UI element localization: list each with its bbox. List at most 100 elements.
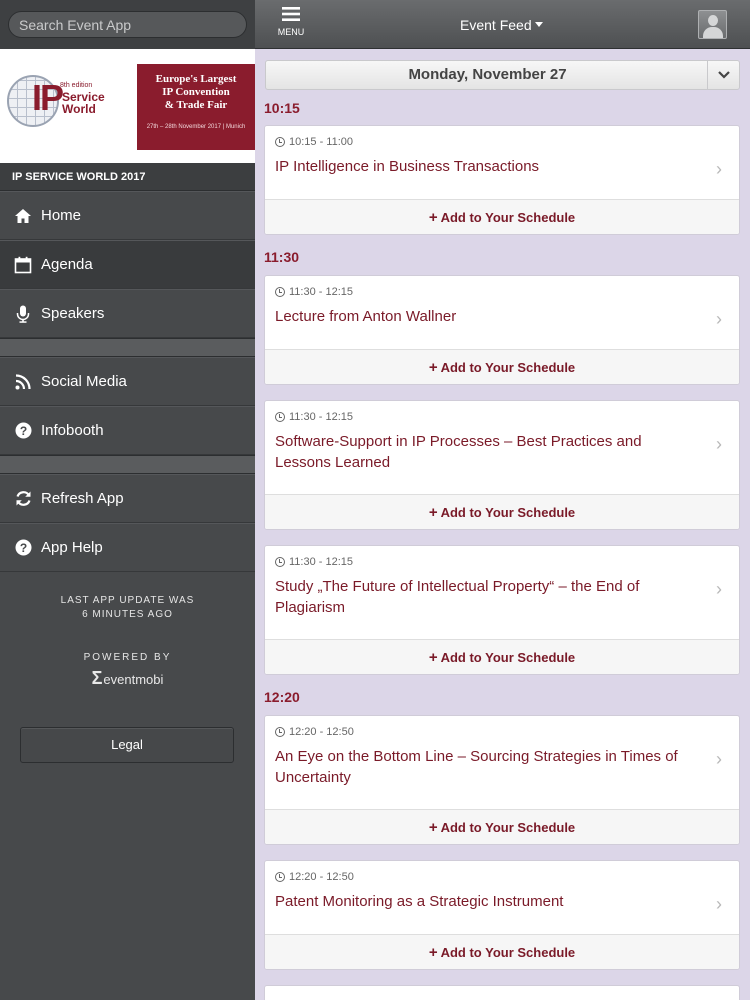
user-icon-body	[703, 27, 723, 38]
chevron-right-icon: ›	[716, 309, 722, 329]
question-circle-icon: ?	[14, 539, 32, 557]
clock-icon	[275, 872, 285, 882]
add-to-schedule-label: Add to Your Schedule	[440, 945, 576, 960]
plus-icon: +	[428, 819, 438, 836]
session-link[interactable]: 11:30 - 12:15 Software-Support in IP Pro…	[265, 401, 739, 494]
add-to-schedule-button[interactable]: + Add to Your Schedule	[265, 934, 739, 969]
sidebar-item-label: Speakers	[41, 305, 105, 322]
sidebar-item-home[interactable]: Home	[0, 191, 255, 240]
rss-icon	[14, 373, 32, 391]
sidebar-item-speakers[interactable]: Speakers	[0, 289, 255, 338]
sidebar-item-label: Home	[41, 207, 82, 224]
banner-tagline-panel: Europe's Largest IP Convention & Trade F…	[137, 64, 255, 150]
time-header: 11:30	[264, 249, 300, 265]
clock-icon	[275, 137, 285, 147]
add-to-schedule-button[interactable]: + Add to Your Schedule	[265, 494, 739, 529]
chevron-down-icon	[717, 71, 730, 79]
sidebar-item-agenda[interactable]: Agenda	[0, 240, 255, 289]
session-card: 11:30 - 12:15 Lecture from Anton Wallner…	[264, 275, 740, 385]
sidebar-divider	[0, 455, 255, 474]
sidebar: IP 8th edition Service World Europe's La…	[0, 0, 255, 1000]
legal-button[interactable]: Legal	[20, 727, 234, 763]
add-to-schedule-button[interactable]: + Add to Your Schedule	[265, 639, 739, 674]
date-toggle-button[interactable]	[707, 61, 739, 89]
plus-icon: +	[428, 504, 438, 521]
session-time: 12:20 - 12:50	[275, 726, 699, 738]
session-time-range: 10:15 - 11:00	[289, 136, 354, 148]
session-card: 11:30 - 12:15 Software-Support in IP Pro…	[264, 400, 740, 530]
session-card: 10:15 - 11:00 IP Intelligence in Busines…	[264, 125, 740, 235]
date-selector[interactable]: Monday, November 27	[265, 60, 740, 90]
search-bar	[0, 0, 255, 49]
svg-text:?: ?	[19, 424, 26, 438]
clock-icon	[275, 557, 285, 567]
session-title: Patent Monitoring as a Strategic Instrum…	[275, 893, 564, 910]
session-link[interactable]: 11:30 - 12:15 Study „The Future of Intel…	[265, 546, 739, 639]
sidebar-item-label: Infobooth	[41, 422, 104, 439]
sidebar-item-refresh-app[interactable]: Refresh App	[0, 474, 255, 523]
time-header: 12:20	[264, 689, 300, 705]
logo-edition-text: 8th edition	[60, 82, 93, 89]
question-circle-icon: ?	[14, 422, 32, 440]
sidebar-item-label: Social Media	[41, 373, 127, 390]
add-to-schedule-label: Add to Your Schedule	[440, 650, 576, 665]
add-to-schedule-button[interactable]: + Add to Your Schedule	[265, 199, 739, 234]
banner-dates: 27th – 28th November 2017 | Munich	[146, 124, 246, 130]
menu-label: MENU	[277, 27, 305, 37]
sidebar-item-label: App Help	[41, 539, 103, 556]
session-title: Lecture from Anton Wallner	[275, 308, 457, 325]
avatar[interactable]	[698, 10, 727, 39]
chevron-right-icon: ›	[716, 749, 722, 769]
sidebar-divider	[0, 338, 255, 357]
session-link[interactable]: 12:20 - 12:50 An Eye on the Bottom Line …	[265, 716, 739, 809]
add-to-schedule-button[interactable]: + Add to Your Schedule	[265, 349, 739, 384]
session-time: 10:15 - 11:00	[275, 136, 699, 148]
session-time-range: 12:20 - 12:50	[289, 871, 354, 883]
chevron-right-icon: ›	[716, 894, 722, 914]
add-to-schedule-label: Add to Your Schedule	[440, 820, 576, 835]
chevron-right-icon: ›	[716, 434, 722, 454]
top-bar: MENU Event Feed	[255, 0, 750, 49]
session-title: Study „The Future of Intellectual Proper…	[275, 578, 640, 616]
session-time: 11:30 - 12:15	[275, 556, 699, 568]
banner-tagline: Europe's Largest IP Convention & Trade F…	[155, 73, 237, 111]
session-time-range: 11:30 - 12:15	[289, 411, 354, 423]
session-card: 12:20 - 12:50 Patent Monitoring as a Str…	[264, 860, 740, 970]
add-to-schedule-label: Add to Your Schedule	[440, 505, 576, 520]
hamburger-menu-icon	[282, 7, 300, 21]
session-link[interactable]: 10:15 - 11:00 IP Intelligence in Busines…	[265, 126, 739, 199]
session-link[interactable]: 11:30 - 12:15 Lecture from Anton Wallner…	[265, 276, 739, 349]
session-title: An Eye on the Bottom Line – Sourcing Str…	[275, 748, 678, 786]
plus-icon: +	[428, 649, 438, 666]
sidebar-item-infobooth[interactable]: ? Infobooth	[0, 406, 255, 455]
eventmobi-logo-text: eventmobi	[103, 672, 164, 687]
microphone-icon	[14, 305, 32, 323]
user-icon-head	[708, 15, 718, 26]
event-name: IP SERVICE WORLD 2017	[0, 163, 255, 191]
session-time-range: 11:30 - 12:15	[289, 286, 354, 298]
home-icon	[14, 207, 32, 225]
plus-icon: +	[428, 944, 438, 961]
session-card[interactable]	[264, 985, 740, 1000]
event-feed-dropdown[interactable]: Event Feed	[460, 17, 543, 33]
agenda-feed: Monday, November 27 10:15 10:15 - 11:00 …	[255, 49, 750, 1000]
menu-button[interactable]: MENU	[276, 6, 306, 37]
clock-icon	[275, 727, 285, 737]
add-to-schedule-button[interactable]: + Add to Your Schedule	[265, 809, 739, 844]
search-input[interactable]	[8, 11, 247, 38]
session-link[interactable]: 12:20 - 12:50 Patent Monitoring as a Str…	[265, 861, 739, 934]
add-to-schedule-label: Add to Your Schedule	[440, 210, 576, 225]
date-label: Monday, November 27	[408, 66, 567, 83]
last-update-text: LAST APP UPDATE WAS 6 MINUTES AGO	[60, 595, 195, 620]
session-card: 11:30 - 12:15 Study „The Future of Intel…	[264, 545, 740, 675]
refresh-icon	[14, 490, 32, 508]
logo-ip-text: IP	[32, 77, 64, 118]
session-time: 11:30 - 12:15	[275, 286, 699, 298]
calendar-icon	[14, 256, 32, 274]
sigma-icon: Σ	[91, 668, 103, 688]
sidebar-item-app-help[interactable]: ? App Help	[0, 523, 255, 572]
session-time: 12:20 - 12:50	[275, 871, 699, 883]
eventmobi-logo: Σeventmobi	[0, 668, 255, 689]
sidebar-item-social-media[interactable]: Social Media	[0, 357, 255, 406]
event-feed-title: Event Feed	[460, 17, 532, 33]
